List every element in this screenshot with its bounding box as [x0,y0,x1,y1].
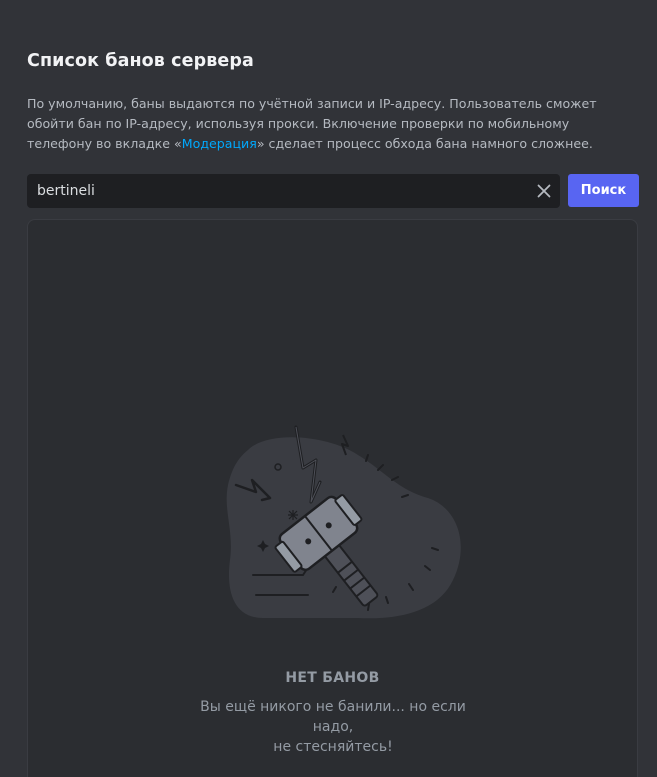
empty-state-title: НЕТ БАНОВ [285,670,380,686]
search-input[interactable] [27,174,517,208]
search-button[interactable]: Поиск [568,174,639,207]
search-row: Поиск [27,174,639,208]
empty-state-line-1: Вы ещё никого не банили... но если надо, [200,699,466,735]
bans-list-panel: НЕТ БАНОВ Вы ещё никого не банили... но … [27,219,638,777]
close-icon[interactable] [534,181,554,201]
empty-state-line-2: не стесняйтесь! [273,739,393,755]
empty-state-text: Вы ещё никого не банили... но если надо,… [178,697,488,757]
moderation-link[interactable]: Модерация [182,136,257,151]
server-ban-list-page: Список банов сервера По умолчанию, баны … [0,0,657,777]
page-title: Список банов сервера [27,51,254,71]
search-box [27,174,560,208]
ban-hammer-icon [208,420,468,625]
ban-description: По умолчанию, баны выдаются по учётной з… [27,94,627,154]
description-text-after: » сделает процесс обхода бана намного сл… [256,136,593,151]
